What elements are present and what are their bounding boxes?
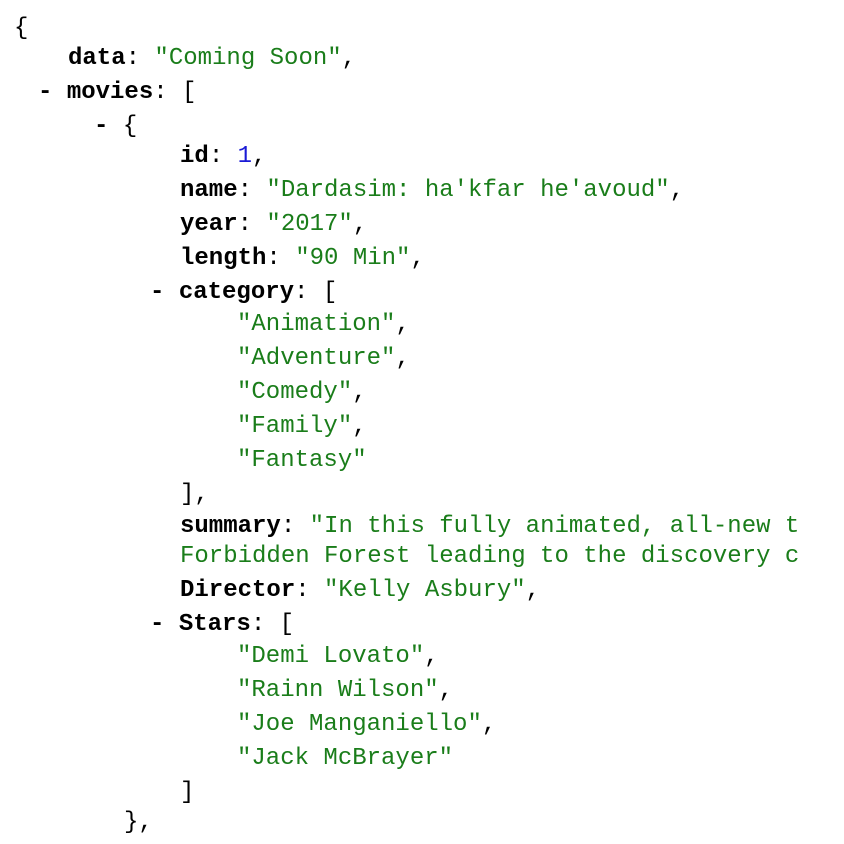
category-item: "Comedy", xyxy=(237,379,367,406)
category-value: "Fantasy" xyxy=(237,447,367,474)
star-item: "Jack McBrayer" xyxy=(237,744,453,774)
key-director: Director xyxy=(180,577,296,604)
key-length: length xyxy=(180,245,267,272)
value-director: "Kelly Asbury" xyxy=(324,577,526,604)
root-open-brace: { xyxy=(14,14,28,44)
key-movies: movies xyxy=(66,79,154,106)
star-item: "Joe Manganiello", xyxy=(237,711,497,738)
star-value: "Rainn Wilson" xyxy=(237,677,439,704)
category-item: "Animation", xyxy=(237,311,410,338)
star-value: "Joe Manganiello" xyxy=(237,711,482,738)
key-id: id xyxy=(180,143,209,170)
field-data: data: "Coming Soon", xyxy=(68,45,357,72)
field-name: name: "Dardasim: ha'kfar he'avoud", xyxy=(180,177,685,204)
value-data: "Coming Soon" xyxy=(154,45,342,72)
value-summary-line1: "In this fully animated, all-new t xyxy=(309,513,800,540)
collapse-toggle-movie-0[interactable]: - xyxy=(94,113,108,140)
open-bracket: [ xyxy=(279,611,295,638)
key-name: name xyxy=(180,177,238,204)
category-value: "Adventure" xyxy=(237,345,396,372)
key-data: data xyxy=(68,45,126,72)
movie-object-open: - { xyxy=(94,112,137,142)
value-year: "2017" xyxy=(266,211,353,238)
open-bracket: [ xyxy=(182,79,197,106)
value-name: "Dardasim: ha'kfar he'avoud" xyxy=(266,177,670,204)
category-close: ], xyxy=(180,481,209,508)
category-item: "Adventure", xyxy=(237,345,410,372)
star-value: "Demi Lovato" xyxy=(237,643,425,670)
value-length: "90 Min" xyxy=(295,245,411,272)
key-stars: Stars xyxy=(178,611,251,638)
field-summary-wrap: Forbidden Forest leading to the discover… xyxy=(180,542,799,572)
json-viewer: { data: "Coming Soon", - movies: [ - { i… xyxy=(0,0,844,844)
collapse-toggle-category[interactable]: - xyxy=(150,279,164,306)
field-stars: - Stars: [ xyxy=(150,611,295,638)
category-value: "Family" xyxy=(237,413,353,440)
collapse-toggle-movies[interactable]: - xyxy=(38,79,52,106)
field-category: - category: [ xyxy=(150,279,338,306)
stars-close: ] xyxy=(180,779,195,806)
field-summary: summary: "In this fully animated, all-ne… xyxy=(180,513,800,540)
key-summary: summary xyxy=(180,513,281,540)
category-item: "Fantasy" xyxy=(237,446,367,476)
category-value: "Animation" xyxy=(237,311,396,338)
category-value: "Comedy" xyxy=(237,379,353,406)
open-brace: { xyxy=(122,113,138,140)
open-brace: { xyxy=(14,15,29,42)
field-length: length: "90 Min", xyxy=(180,245,425,272)
field-id: id: 1, xyxy=(180,143,267,170)
star-item: "Demi Lovato", xyxy=(237,643,439,670)
key-year: year xyxy=(180,211,238,238)
field-year: year: "2017", xyxy=(180,211,368,238)
value-summary-line2: Forbidden Forest leading to the discover… xyxy=(180,543,800,570)
star-value: "Jack McBrayer" xyxy=(237,745,454,772)
open-bracket: [ xyxy=(322,279,338,306)
star-item: "Rainn Wilson", xyxy=(237,677,454,704)
field-director: Director: "Kelly Asbury", xyxy=(180,577,541,604)
collapse-toggle-stars[interactable]: - xyxy=(150,611,164,638)
category-item: "Family", xyxy=(237,413,367,440)
value-id: 1 xyxy=(237,143,253,170)
key-category: category xyxy=(178,279,295,306)
movie-object-close: }, xyxy=(124,809,153,836)
field-movies: - movies: [ xyxy=(38,79,197,106)
